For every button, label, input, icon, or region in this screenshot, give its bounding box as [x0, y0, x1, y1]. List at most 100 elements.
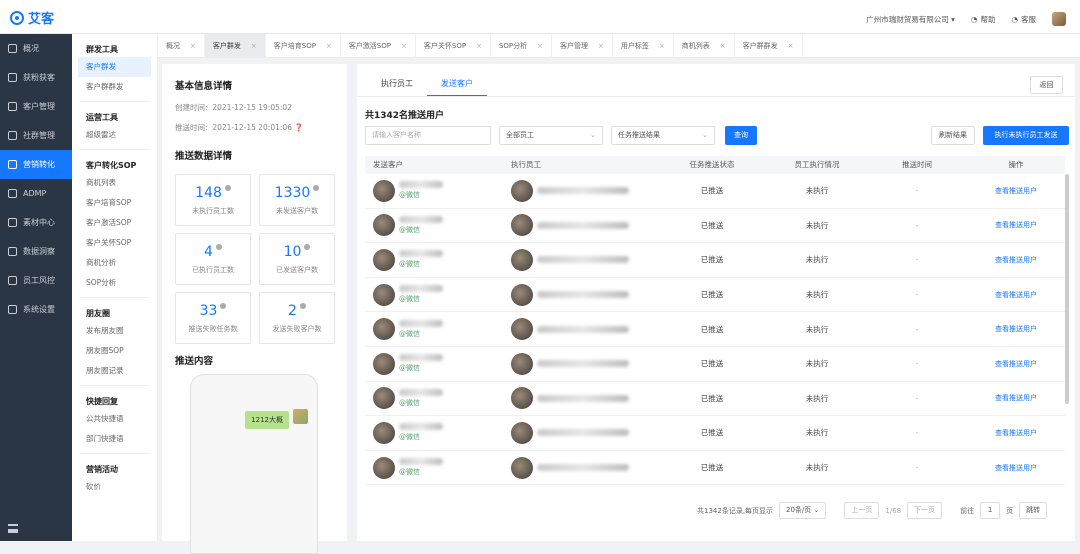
customer-cell: @微信: [365, 421, 507, 444]
subnav-item[interactable]: 公共快捷语: [72, 409, 157, 429]
subnav-item[interactable]: 部门快捷语: [72, 429, 157, 449]
close-icon[interactable]: ×: [401, 34, 407, 58]
help-icon[interactable]: [304, 244, 311, 250]
close-icon[interactable]: ×: [476, 34, 482, 58]
subnav-item[interactable]: 客户培育SOP: [72, 193, 157, 213]
page-tab[interactable]: 商机列表 ×: [674, 34, 735, 58]
help-icon[interactable]: ❓: [294, 123, 303, 132]
customer-name-input[interactable]: 请输入客户名称: [365, 126, 491, 145]
jump-button[interactable]: 跳转: [1019, 502, 1048, 519]
close-icon[interactable]: ×: [190, 34, 196, 58]
close-icon[interactable]: ×: [720, 34, 726, 58]
subnav-item[interactable]: 发布朋友圈: [72, 321, 157, 341]
staff-name-blurred: [537, 256, 629, 264]
help-icon[interactable]: [299, 303, 306, 309]
nav-item-insight[interactable]: 数据洞察: [0, 237, 72, 266]
stat-number: 148: [195, 185, 222, 201]
page-tab-label: 用户标签: [620, 42, 649, 50]
push-time: -: [915, 290, 919, 300]
help-icon[interactable]: [313, 185, 320, 191]
prev-page-button[interactable]: 上一页: [844, 502, 880, 519]
nav-item-settings[interactable]: 系统设置: [0, 295, 72, 324]
close-icon[interactable]: ×: [788, 34, 794, 58]
page-tab[interactable]: 用户标签 ×: [613, 34, 674, 58]
exec-status: 未执行: [805, 220, 829, 230]
menu-collapse-icon[interactable]: [8, 524, 18, 533]
view-users-link[interactable]: 查看推送用户: [967, 220, 1065, 230]
help-link[interactable]: ◔ 帮助: [971, 14, 996, 25]
status-select[interactable]: 任务推送结果 ⌄: [611, 126, 715, 145]
table-scrollbar[interactable]: [1065, 174, 1069, 404]
nav-item-marketing[interactable]: 营销转化: [0, 150, 72, 179]
view-users-link[interactable]: 查看推送用户: [967, 463, 1065, 473]
page-indicator: 1/68: [885, 506, 902, 515]
subnav-item[interactable]: SOP分析: [72, 273, 157, 293]
close-icon[interactable]: ×: [326, 34, 332, 58]
staff-avatar: [511, 456, 533, 479]
subnav-item[interactable]: 客户群群发: [72, 77, 157, 97]
back-button[interactable]: 返回: [1030, 76, 1063, 94]
nav-item-risk[interactable]: 员工风控: [0, 266, 72, 295]
nav-item-customer[interactable]: 客户管理: [0, 92, 72, 121]
stat-card: 10 已发送客户数: [259, 233, 335, 285]
company-selector[interactable]: 广州市瑞财贸易有限公司 ▾: [866, 14, 955, 25]
stat-number-row: 10: [260, 244, 334, 260]
staff-select-value: 全部员工: [506, 131, 534, 139]
refresh-button[interactable]: 刷新结果: [931, 126, 975, 145]
app-logo[interactable]: 艾客: [10, 8, 54, 27]
page-tab[interactable]: 客户群群发 ×: [735, 34, 803, 58]
subnav-item[interactable]: 朋友圈记录: [72, 361, 157, 381]
tab-staff[interactable]: 执行员工: [367, 72, 427, 97]
goto-page-input[interactable]: 1: [980, 502, 1001, 519]
subnav-item[interactable]: 商机分析: [72, 253, 157, 273]
page-tab[interactable]: 概况 ×: [158, 34, 205, 58]
exec-status: 未执行: [805, 255, 829, 265]
staff-select[interactable]: 全部员工 ⌄: [499, 126, 603, 145]
subnav-item[interactable]: 客户激活SOP: [72, 213, 157, 233]
query-button[interactable]: 查询: [725, 126, 757, 145]
customer-cell: @微信: [365, 248, 507, 271]
subnav-item[interactable]: 砍价: [72, 477, 157, 497]
close-icon[interactable]: ×: [598, 34, 604, 58]
nav-item-acquire[interactable]: 获粉获客: [0, 63, 72, 92]
view-users-link[interactable]: 查看推送用户: [967, 255, 1065, 265]
view-users-link[interactable]: 查看推送用户: [967, 428, 1065, 438]
next-page-button[interactable]: 下一页: [907, 502, 943, 519]
page-tab[interactable]: 客户关怀SOP ×: [416, 34, 491, 58]
close-icon[interactable]: ×: [659, 34, 665, 58]
help-icon[interactable]: [215, 244, 222, 250]
subnav-item[interactable]: 超级雷达: [72, 125, 157, 145]
nav-item-admp[interactable]: ADMP: [0, 179, 72, 208]
staff-avatar: [511, 283, 533, 306]
view-users-link[interactable]: 查看推送用户: [967, 393, 1065, 403]
help-icon[interactable]: [220, 303, 227, 309]
view-users-link[interactable]: 查看推送用户: [967, 324, 1065, 334]
page-tab-label: 客户群发: [212, 42, 241, 50]
subnav-item[interactable]: 客户关怀SOP: [72, 233, 157, 253]
page-tab[interactable]: 客户培育SOP ×: [266, 34, 341, 58]
user-avatar[interactable]: [1052, 12, 1066, 26]
page-tab[interactable]: 客户管理 ×: [552, 34, 613, 58]
page-tab[interactable]: SOP分析 ×: [491, 34, 552, 58]
subnav-item[interactable]: 朋友圈SOP: [72, 341, 157, 361]
subnav-item[interactable]: 客户群发: [78, 57, 151, 77]
stat-number-row: 33: [176, 303, 250, 319]
page-tab[interactable]: 客户激活SOP ×: [341, 34, 416, 58]
tab-customers[interactable]: 发送客户: [427, 72, 487, 97]
view-users-link[interactable]: 查看推送用户: [967, 290, 1065, 300]
table-row: @微信 已推送 未执行 - 查看推送用户: [365, 416, 1065, 451]
nav-item-label: 获粉获客: [23, 73, 55, 82]
nav-item-community[interactable]: 社群管理: [0, 121, 72, 150]
nav-item-material[interactable]: 素材中心: [0, 208, 72, 237]
page-size-select[interactable]: 20条/页 ⌄: [779, 502, 827, 519]
close-icon[interactable]: ×: [251, 34, 257, 58]
nav-item-overview[interactable]: 概况: [0, 34, 72, 63]
push-unexecuted-button[interactable]: 执行未执行员工发送: [983, 126, 1069, 145]
view-users-link[interactable]: 查看推送用户: [967, 359, 1065, 369]
help-icon[interactable]: [224, 185, 231, 191]
subnav-item[interactable]: 商机列表: [72, 173, 157, 193]
feedback-link[interactable]: ◔ 客服: [1011, 14, 1036, 25]
view-users-link[interactable]: 查看推送用户: [967, 186, 1065, 196]
page-tab[interactable]: 客户群发 ×: [204, 34, 266, 58]
close-icon[interactable]: ×: [537, 34, 543, 58]
